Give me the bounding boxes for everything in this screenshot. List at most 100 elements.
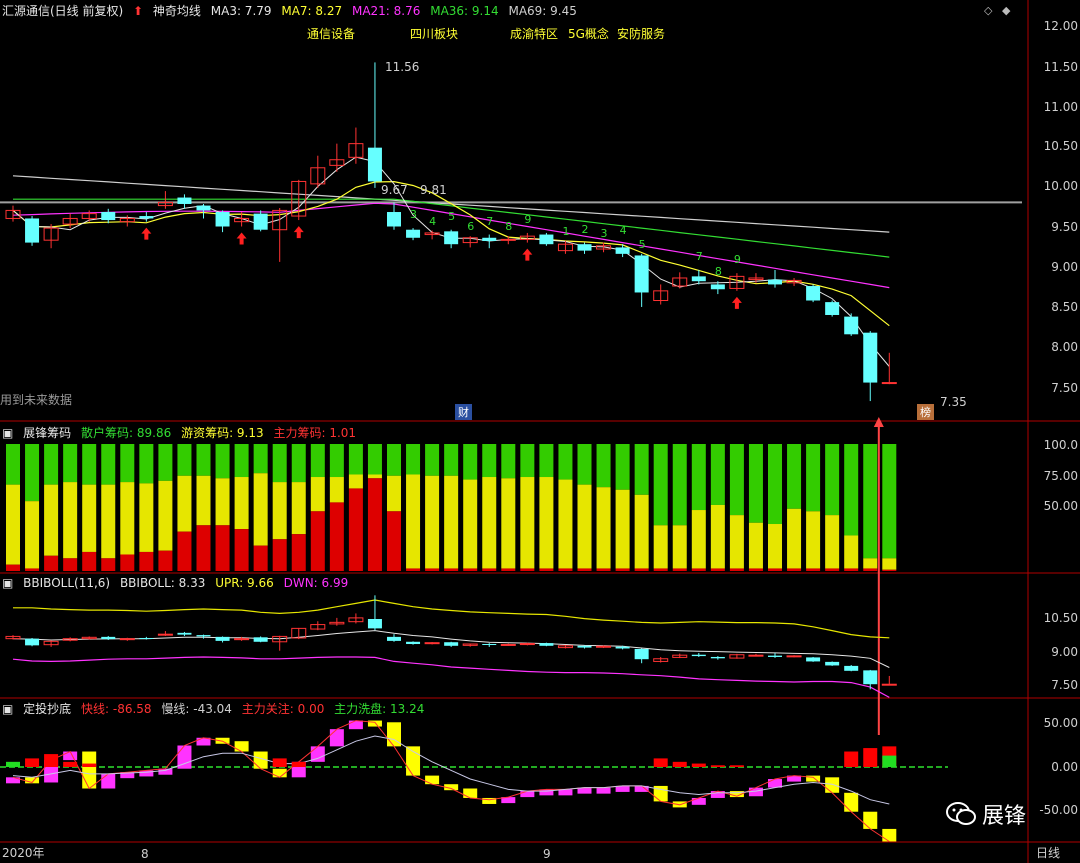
indicator-name[interactable]: 神奇均线 [153,4,201,18]
count-mark: 7 [695,249,703,263]
candle-body [615,247,630,254]
count-mark: 4 [429,214,437,228]
bb-candle-body [157,633,173,636]
concept-tag[interactable]: 安防服务 [617,25,665,42]
bb-candle-body [577,645,592,648]
candle-body [634,255,649,293]
ma3-line [12,156,890,367]
main-force-chip-bar [272,539,287,571]
hot-money-chip-bar [710,504,725,569]
panel-menu-icon[interactable]: ▣ [2,576,13,590]
main-force-chip-bar [25,568,40,571]
retail-chip-bar [520,444,535,478]
main-force-chip-bar [825,568,840,571]
signal-arrow-icon [873,417,884,427]
buy-arrow-icon [236,232,247,245]
diamond-icon[interactable]: ◇ [984,4,992,17]
hot-money-chip-bar [367,474,382,479]
finance-marker[interactable]: 财 [455,404,472,420]
main-force-chip-bar [329,502,344,571]
panel4-name[interactable]: 定投抄底 [23,702,71,716]
fast-line-value: 快线: -86.58 [81,702,152,716]
concept-tag[interactable]: 四川板块 [410,25,458,42]
concept-tag[interactable]: 成渝特区 [510,25,558,42]
panel-menu-icon[interactable]: ▣ [2,426,13,440]
retail-chip-bar [444,444,459,476]
fast-line-block [844,792,859,812]
panel2-axis-label: 50.00 [1043,499,1078,513]
hot-money-chip-bar [25,501,40,569]
hot-money-chip-bar [844,535,859,569]
count-mark: 9 [524,212,532,226]
retail-chip-value: 散户筹码: 89.86 [81,426,172,440]
main-force-chip-bar [539,568,554,571]
main-force-chip-bar [177,531,192,571]
main-force-chip-bar [710,568,725,571]
diamond-filled-icon[interactable]: ◆ [1002,4,1010,17]
panel3-name[interactable]: BBIBOLL(11,6) [23,576,110,590]
price-axis-label: 9.50 [1051,220,1078,234]
ma36-line [13,198,890,258]
dwn-line [12,656,890,698]
main-force-chip-bar [615,568,630,571]
main-force-focus-bar [653,758,668,767]
bb-candle-body [634,648,649,660]
count-mark: 5 [448,209,456,223]
fast-line-block [348,720,363,730]
hot-money-chip-bar [653,525,668,569]
main-force-chip-bar [44,555,59,571]
month-label: 9 [543,847,551,861]
concept-tag[interactable]: 通信设备 [307,25,355,42]
main-force-focus-bar [691,763,706,767]
main-force-chip-bar [6,564,20,571]
retail-chip-bar [748,444,763,523]
hot-money-chip-bar [501,478,516,569]
stock-title[interactable]: 汇源通信(日线 前复权) [2,4,123,18]
main-force-chip-bar [425,568,440,571]
candle-body [863,332,878,383]
bb-candle-body [748,654,764,657]
main-force-chip-bar [463,568,478,571]
candle-body [825,302,840,315]
count-mark: 5 [638,237,646,251]
period-tab[interactable]: 日线 [1036,844,1060,861]
bb-candle-body [177,632,192,635]
bb-candle-body [367,619,382,629]
concept-tag[interactable]: 5G概念 [568,25,609,42]
price-axis-label: 11.00 [1043,100,1078,114]
hot-money-chip-bar [139,483,154,552]
candle-body [253,213,268,230]
main-force-chip-bar [215,525,230,571]
fast-line-block [863,811,878,829]
retail-chip-bar [615,444,630,490]
candle-body [139,216,154,219]
count-mark: 8 [714,265,722,279]
main-force-focus-bar [291,761,306,767]
retail-chip-bar [101,444,116,485]
ma36-value: MA36: 9.14 [430,4,499,18]
retail-chip-bar [653,444,668,526]
retail-chip-bar [844,444,859,536]
hot-money-chip-bar [539,477,554,569]
bb-candle-body [119,638,135,641]
count-mark: 4 [619,224,627,238]
main-force-focus-bar [25,758,40,767]
retail-chip-bar [672,444,687,526]
price-axis-label: 8.50 [1051,300,1078,314]
hot-money-chip-bar [177,475,192,532]
retail-chip-bar [139,444,154,484]
rank-marker[interactable]: 榜 [917,404,934,420]
retail-chip-bar [863,444,878,559]
panel-menu-icon[interactable]: ▣ [2,702,13,716]
bb-candle-body [539,643,554,646]
main-force-chip-bar [63,558,78,571]
main-force-focus-value: 主力关注: 0.00 [241,702,325,716]
retail-chip-bar [177,444,192,476]
hot-money-chip-bar [387,475,401,512]
panel4-axis-label: -50.00 [1039,803,1078,817]
panel2-name[interactable]: 展锋筹码 [23,426,71,440]
bb-candle-body [615,646,630,649]
ref-label-2: 9.81 [420,183,447,197]
main-force-chip-bar [234,529,249,571]
main-force-chip-bar [120,554,135,571]
